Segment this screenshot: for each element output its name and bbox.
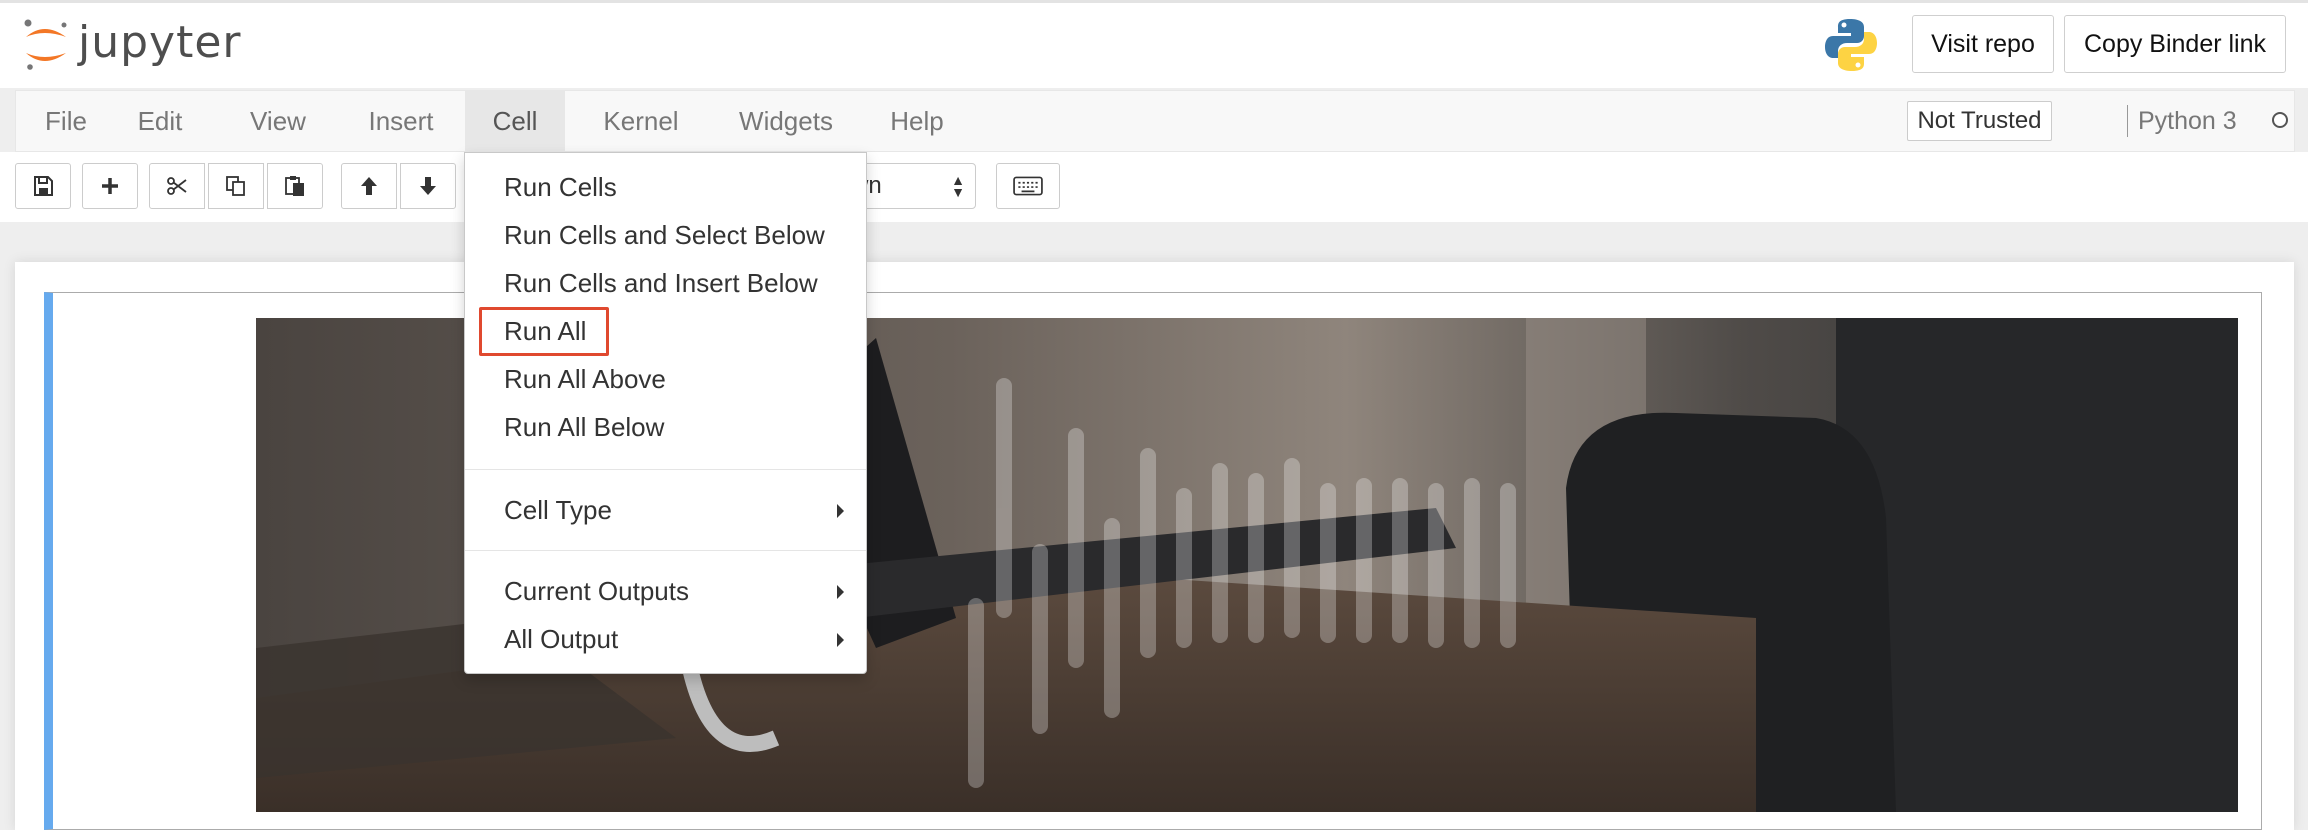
menu-item-all-output-label: All Output <box>504 624 619 654</box>
select-arrows-icon: ▲ ▼ <box>951 172 965 200</box>
menu-item-current-outputs-label: Current Outputs <box>504 576 689 606</box>
menu-divider <box>465 469 866 470</box>
insert-cell-button[interactable] <box>82 163 138 209</box>
menu-edit[interactable]: Edit <box>122 91 198 151</box>
copy-icon <box>226 176 245 196</box>
menu-help[interactable]: Help <box>878 91 956 151</box>
menu-kernel[interactable]: Kernel <box>586 91 696 151</box>
command-palette-button[interactable] <box>996 163 1060 209</box>
cut-button[interactable] <box>149 163 205 209</box>
keyboard-icon <box>1013 176 1043 196</box>
menu-item-run-cells[interactable]: Run Cells <box>465 163 866 211</box>
not-trusted-indicator[interactable]: Not Trusted <box>1907 101 2052 141</box>
run-all-highlight-box <box>479 307 609 356</box>
jupyter-logo[interactable]: jupyter <box>20 15 242 75</box>
jupyter-logo-text: jupyter <box>78 17 242 68</box>
save-icon <box>34 176 53 196</box>
plus-icon <box>102 178 118 194</box>
python-logo-icon <box>1822 16 1880 74</box>
kernel-separator <box>2127 105 2128 137</box>
menu-item-all-output[interactable]: All Output <box>465 615 866 663</box>
arrow-up-icon <box>361 177 377 195</box>
paste-button[interactable] <box>267 163 323 209</box>
kernel-status-icon <box>2272 112 2288 128</box>
menu-view[interactable]: View <box>238 91 318 151</box>
menu-widgets[interactable]: Widgets <box>724 91 848 151</box>
copy-button[interactable] <box>208 163 264 209</box>
menu-divider <box>465 550 866 551</box>
menu-item-current-outputs[interactable]: Current Outputs <box>465 567 866 615</box>
move-down-button[interactable] <box>400 163 456 209</box>
kernel-name[interactable]: Python 3 <box>2138 91 2237 151</box>
menu-insert[interactable]: Insert <box>357 91 445 151</box>
submenu-caret-icon <box>837 504 844 518</box>
menu-item-run-cells-select-below[interactable]: Run Cells and Select Below <box>465 211 866 259</box>
menu-file[interactable]: File <box>32 91 100 151</box>
menubar: File Edit View Insert Cell Kernel Widget… <box>15 90 2295 152</box>
site-header: jupyter Visit repo Copy Binder link <box>0 0 2308 88</box>
arrow-down-icon <box>420 177 436 195</box>
move-up-button[interactable] <box>341 163 397 209</box>
menu-item-run-all-above[interactable]: Run All Above <box>465 355 866 403</box>
save-button[interactable] <box>15 163 71 209</box>
menu-item-run-all-below[interactable]: Run All Below <box>465 403 866 451</box>
submenu-caret-icon <box>837 633 844 647</box>
paste-icon <box>285 176 304 196</box>
menu-item-cell-type-label: Cell Type <box>504 495 612 525</box>
menu-item-cell-type[interactable]: Cell Type <box>465 486 866 534</box>
menu-cell[interactable]: Cell <box>465 91 565 151</box>
visit-repo-button[interactable]: Visit repo <box>1912 15 2054 73</box>
menu-item-run-cells-insert-below[interactable]: Run Cells and Insert Below <box>465 259 866 307</box>
copy-binder-link-button[interactable]: Copy Binder link <box>2064 15 2286 73</box>
jupyter-logo-icon <box>24 19 67 70</box>
cell-menu-dropdown: Run Cells Run Cells and Select Below Run… <box>464 152 867 674</box>
cut-icon <box>167 177 187 195</box>
submenu-caret-icon <box>837 585 844 599</box>
